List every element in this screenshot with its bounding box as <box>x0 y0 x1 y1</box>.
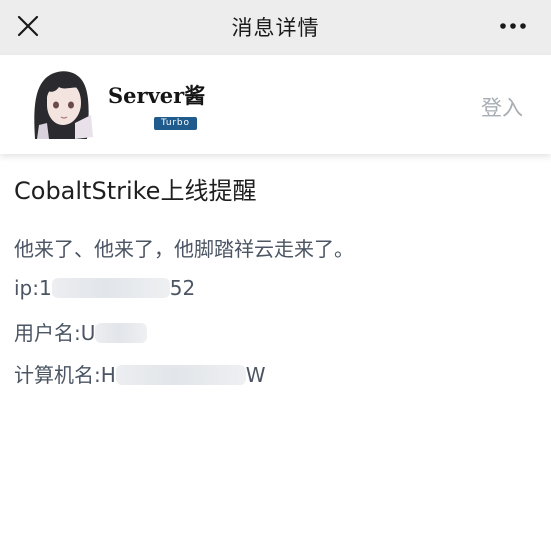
more-horizontal-icon <box>500 23 526 29</box>
message-body-text: 他来了、他来了，他脚踏祥云走来了。 <box>14 237 354 261</box>
computer-suffix: W <box>245 363 266 387</box>
username-prefix: 用户名:U <box>14 321 96 345</box>
computer-name-line: 计算机名:H W <box>14 359 266 388</box>
ip-suffix: 52 <box>169 276 196 300</box>
server-name: Server酱 <box>108 83 206 108</box>
computer-prefix: 计算机名:H <box>14 363 116 387</box>
ip-line: ip:1 52 <box>14 276 195 300</box>
page-title: 消息详情 <box>231 16 320 40</box>
computer-redacted-block <box>115 365 246 385</box>
message-body-line: 他来了、他来了，他脚踏祥云走来了。 <box>14 233 354 262</box>
username-redacted-block <box>95 323 148 343</box>
top-nav-bar: 消息详情 <box>0 0 551 55</box>
login-button[interactable]: 登入 <box>481 92 523 122</box>
ip-prefix: ip:1 <box>14 276 52 300</box>
avatar[interactable] <box>25 67 95 139</box>
turbo-badge: Turbo <box>154 117 197 130</box>
profile-card: Server酱 Turbo 登入 <box>0 55 551 154</box>
ip-redacted-block <box>51 278 170 298</box>
message-title: CobaltStrike上线提醒 <box>14 177 257 205</box>
username-line: 用户名:U <box>14 317 148 346</box>
more-button[interactable] <box>493 8 533 44</box>
